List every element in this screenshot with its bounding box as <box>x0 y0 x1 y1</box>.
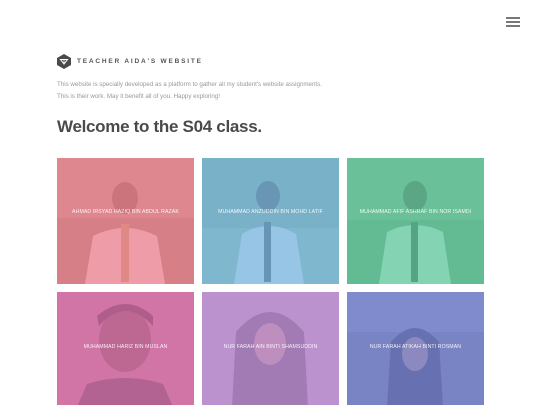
intro-text: This website is specially developed as a… <box>57 79 357 103</box>
student-tile[interactable]: MUHAMMAD ANZUDDIN BIN MOHD LATIF <box>202 158 339 284</box>
student-name: MUHAMMAD AFIF ASHRAF BIN NOR ISAMDI <box>359 209 472 215</box>
hamburger-menu-icon[interactable] <box>503 17 523 31</box>
intro-line-2: This is their work. May it benefit all o… <box>57 93 221 100</box>
student-tile[interactable]: AHMAD IRSYAD HAZIQ BIN ABDUL RAZAK <box>57 158 194 284</box>
site-brand[interactable]: Teacher Aida's Website <box>57 53 203 69</box>
tile-overlay <box>347 158 484 284</box>
student-name: NUR FARAH ATIKAH BINTI ROSMAN <box>369 344 462 350</box>
student-tile[interactable]: NUR FARAH AIN BINTI SHAMSUDDIN <box>202 292 339 405</box>
student-name: MUHAMMAD ANZUDDIN BIN MOHD LATIF <box>218 209 323 215</box>
page-heading: Welcome to the S04 class. <box>57 117 262 136</box>
tile-overlay <box>57 158 194 284</box>
student-tile[interactable]: NUR FARAH ATIKAH BINTI ROSMAN <box>347 292 484 405</box>
student-tile[interactable]: MUHAMMAD AFIF ASHRAF BIN NOR ISAMDI <box>347 158 484 284</box>
tile-overlay <box>202 158 339 284</box>
hexagon-logo-icon <box>57 53 71 69</box>
student-tile[interactable]: MUHAMMAD HARIZ BIN MUSLAN <box>57 292 194 405</box>
intro-line-1: This website is specially developed as a… <box>57 81 322 88</box>
site-title: Teacher Aida's Website <box>77 57 203 65</box>
student-name: AHMAD IRSYAD HAZIQ BIN ABDUL RAZAK <box>72 209 179 215</box>
student-name: MUHAMMAD HARIZ BIN MUSLAN <box>83 344 168 350</box>
student-name: NUR FARAH AIN BINTI SHAMSUDDIN <box>223 344 318 350</box>
